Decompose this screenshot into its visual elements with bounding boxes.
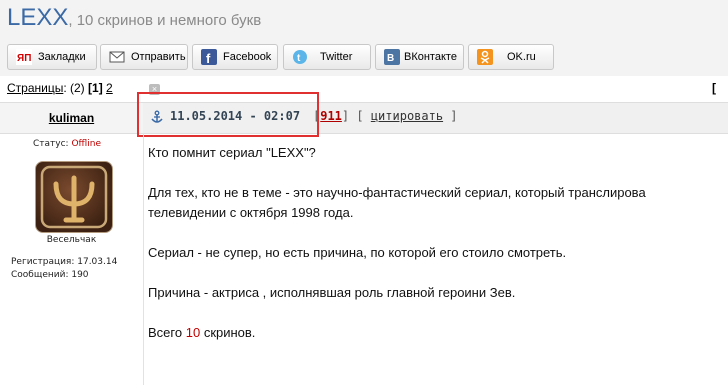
forum-header: LEXX, 10 скринов и немного букв: [0, 0, 728, 40]
status-label: Статус:: [33, 139, 69, 149]
vkontakte-button[interactable]: В ВКонтакте: [375, 44, 464, 70]
vk-icon: В: [384, 49, 400, 65]
send-label: Отправить: [131, 51, 186, 63]
pagination: Страницы: (2) [1] 2: [7, 81, 113, 95]
odnoklassniki-icon: [477, 49, 493, 65]
page-2-link[interactable]: 2: [106, 81, 113, 95]
send-email-button[interactable]: Отправить: [100, 44, 188, 70]
avatar: [35, 161, 113, 233]
site-title: LEXX: [7, 4, 69, 31]
facebook-label: Facebook: [223, 51, 272, 63]
facebook-button[interactable]: f Facebook: [192, 44, 278, 70]
message-count: Сообщений: 190: [11, 270, 89, 280]
vkontakte-label: ВКонтакте: [404, 51, 457, 63]
post-author-header: kuliman: [0, 102, 143, 134]
pages-label[interactable]: Страницы: [7, 81, 63, 95]
last-prefix: Всего: [148, 325, 183, 340]
status-badge: Offline: [71, 139, 101, 149]
post-paragraph: телевидении с октября 1998 года.: [148, 205, 354, 220]
twitter-button[interactable]: t Twitter: [283, 44, 371, 70]
bracket-text: [: [712, 81, 716, 95]
svg-text:f: f: [206, 51, 211, 65]
registration-date: Регистрация: 17.03.14: [11, 257, 118, 267]
post-paragraph: Сериал - не супер, но есть причина, по к…: [148, 245, 567, 260]
facebook-icon: f: [201, 49, 217, 65]
last-suffix: скринов.: [203, 325, 256, 340]
author-status: Статус: Offline: [33, 139, 101, 149]
screenshot-count: 10: [185, 325, 201, 340]
svg-text:ЯП: ЯП: [17, 53, 31, 64]
page-count: (2): [70, 81, 85, 95]
highlight-box: [137, 92, 319, 137]
sidebar-divider: [143, 133, 144, 385]
bookmarks-label: Закладки: [38, 51, 86, 63]
current-page: [1]: [88, 81, 103, 95]
author-name[interactable]: kuliman: [0, 111, 143, 125]
envelope-icon: [109, 49, 125, 65]
page-title: LEXX, 10 скринов и немного букв: [7, 4, 261, 32]
twitter-label: Twitter: [320, 51, 353, 63]
twitter-icon: t: [292, 49, 308, 65]
author-rank: Весельчак: [46, 235, 97, 245]
post-paragraph-last: Всего 10 скринов.: [148, 323, 646, 343]
ok-label: OK.ru: [507, 51, 536, 63]
post-body: Кто помнит сериал "LEXX"? Для тех, кто н…: [148, 143, 646, 343]
post-meta: [911] [ цитировать ]: [313, 109, 458, 123]
post-number-link[interactable]: 911: [320, 109, 342, 123]
site-subtitle: , 10 скринов и немного букв: [68, 12, 262, 29]
share-bar: ЯП Закладки Отправить f Facebook t Twitt…: [0, 40, 728, 76]
yandex-bookmarks-icon: ЯП: [16, 49, 32, 65]
ok-button[interactable]: OK.ru: [468, 44, 554, 70]
post-paragraph: Кто помнит сериал "LEXX"?: [148, 145, 316, 160]
svg-text:В: В: [387, 53, 394, 64]
quote-link[interactable]: цитировать: [371, 109, 443, 123]
bookmarks-button[interactable]: ЯП Закладки: [7, 44, 97, 70]
post-paragraph: Причина - актриса , исполнявшая роль гла…: [148, 285, 516, 300]
post-paragraph: Для тех, кто не в теме - это научно-фант…: [148, 185, 646, 200]
